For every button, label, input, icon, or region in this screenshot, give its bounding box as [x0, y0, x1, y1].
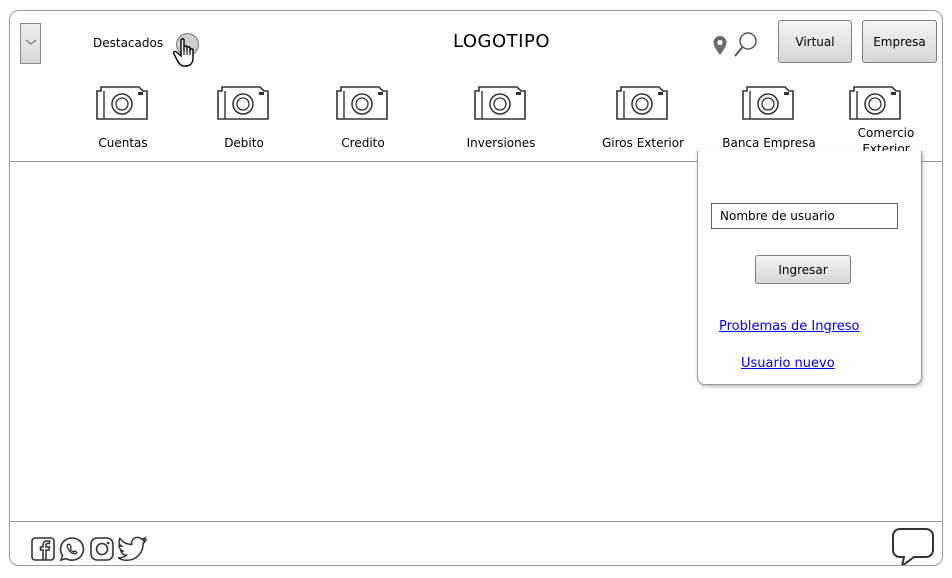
- category-bar: Cuentas Debito Credito Inversiones Giros…: [10, 73, 942, 162]
- menu-dropdown-button[interactable]: [20, 23, 41, 64]
- whatsapp-icon[interactable]: [58, 536, 86, 562]
- category-label: Inversiones: [466, 136, 536, 150]
- facebook-icon[interactable]: [30, 536, 56, 562]
- category-label: Debito: [224, 136, 264, 150]
- header: Destacados LOGOTIPO Virtual Empresa: [10, 11, 942, 74]
- camera-icon: [616, 86, 668, 120]
- camera-icon: [474, 86, 526, 120]
- location-pin-icon[interactable]: [712, 35, 728, 57]
- camera-icon: [336, 86, 388, 120]
- chat-bubble-icon[interactable]: [890, 526, 936, 566]
- camera-icon: [849, 86, 901, 120]
- new-user-link[interactable]: Usuario nuevo: [741, 356, 835, 371]
- category-label: Cuentas: [98, 136, 148, 150]
- camera-icon: [217, 86, 269, 120]
- login-problems-link[interactable]: Problemas de Ingreso: [719, 319, 860, 334]
- category-label: Credito: [341, 136, 385, 150]
- logo-text[interactable]: LOGOTIPO: [453, 31, 550, 52]
- virtual-button[interactable]: Virtual: [778, 20, 852, 63]
- featured-label[interactable]: Destacados: [93, 36, 163, 50]
- app-frame: Destacados LOGOTIPO Virtual Empresa Cuen…: [9, 10, 943, 566]
- camera-icon: [96, 86, 148, 120]
- search-icon[interactable]: [733, 31, 759, 59]
- category-label: Giros Exterior: [601, 136, 685, 150]
- twitter-icon[interactable]: [118, 536, 148, 562]
- category-label: Banca Empresa: [722, 136, 816, 150]
- camera-icon: [742, 86, 794, 120]
- login-submit-button[interactable]: Ingresar: [755, 255, 851, 284]
- chevron-down-icon: [25, 39, 37, 45]
- login-panel: BIENVENIDO Nombre de usuario Ingresar Pr…: [697, 151, 922, 385]
- hand-pointer-icon: [173, 38, 194, 67]
- footer: [10, 521, 942, 566]
- empresa-button[interactable]: Empresa: [862, 20, 937, 63]
- instagram-icon[interactable]: [89, 536, 115, 562]
- username-input[interactable]: Nombre de usuario: [711, 203, 898, 229]
